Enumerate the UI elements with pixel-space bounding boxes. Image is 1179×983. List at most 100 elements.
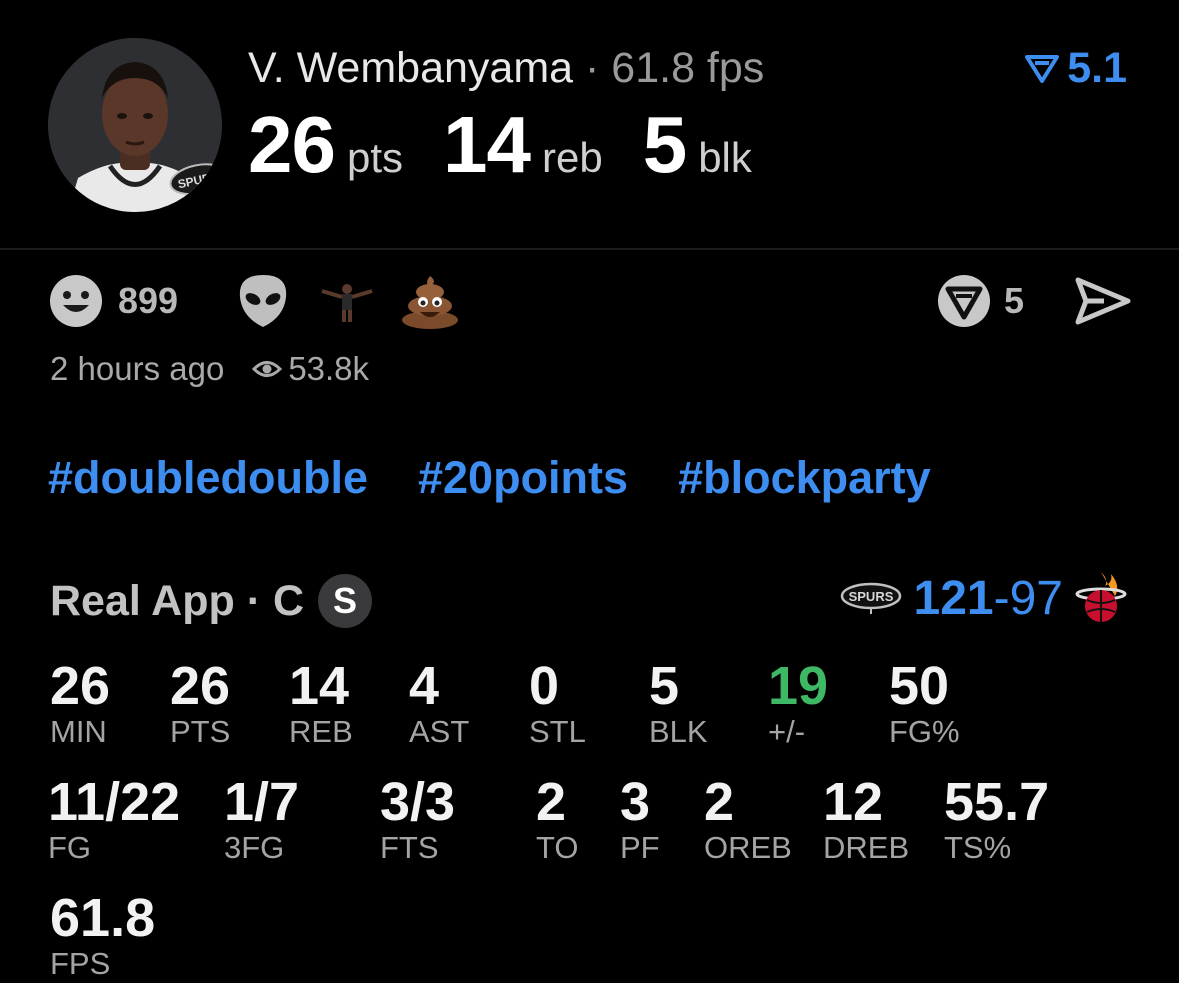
hashtag-link[interactable]: #20points <box>418 452 628 504</box>
stat-cell: 55.7 TS% <box>944 774 1049 866</box>
app-position-label: Real App · C <box>50 576 305 625</box>
alien-reaction[interactable] <box>236 272 290 330</box>
stat-label: FPS <box>50 946 111 981</box>
player-reaction[interactable] <box>318 272 376 330</box>
real-logo-icon <box>1025 55 1060 83</box>
real-badge-icon <box>938 275 990 327</box>
stat-label: FG <box>48 830 92 865</box>
stat-cell: 14 REB <box>289 658 353 750</box>
game-score[interactable]: SPURS 121-97 <box>840 570 1127 626</box>
views-count: 53.8k <box>252 350 369 388</box>
score-dash: - <box>993 571 1010 625</box>
stat-label: FG% <box>889 714 960 749</box>
stat-label: AST <box>409 714 470 749</box>
headline-stat-unit: reb <box>542 134 603 181</box>
stat-value: 61.8 <box>50 888 156 948</box>
stat-value: 26 <box>170 656 231 716</box>
share-button[interactable] <box>1074 272 1132 330</box>
smiley-icon <box>50 275 102 327</box>
stat-cell: 26 PTS <box>170 658 230 750</box>
views-value: 53.8k <box>288 350 370 387</box>
stat-cell: 0 STL <box>529 658 586 750</box>
stat-label: STL <box>529 714 586 749</box>
stat-cell: 11/22 FG <box>48 774 180 866</box>
stat-value: 3/3 <box>380 772 456 832</box>
rating-value: 5.1 <box>1067 44 1127 92</box>
game-header: Real App · C S <box>50 574 373 628</box>
player-emoji-icon <box>321 284 373 322</box>
headline-stat-unit: pts <box>346 134 404 181</box>
headline-stats: 26 pts 14 reb 5 blk <box>248 100 792 190</box>
stat-cell: 2 TO <box>536 774 579 866</box>
player-photo-icon: SPURS <box>48 38 222 212</box>
heat-logo-icon <box>1075 572 1127 622</box>
stat-cell: 4 AST <box>409 658 469 750</box>
stat-label: OREB <box>704 830 792 865</box>
post-meta: 2 hours ago 53.8k <box>50 350 369 388</box>
poop-icon <box>402 276 458 329</box>
alien-icon <box>239 275 287 327</box>
away-score: 97 <box>1009 571 1063 625</box>
stat-cell: 12 DREB <box>823 774 909 866</box>
stat-value: 5 <box>649 656 680 716</box>
header-divider <box>0 248 1179 250</box>
stat-label: FTS <box>380 830 439 865</box>
headline-stat-unit: blk <box>698 134 752 181</box>
player-avatar[interactable]: SPURS <box>48 38 222 212</box>
stat-value: 2 <box>704 772 735 832</box>
timestamp: 2 hours ago <box>50 350 225 387</box>
stat-value: 0 <box>529 656 560 716</box>
stat-cell: 1/7 3FG <box>224 774 299 866</box>
player-name-line: V. Wembanyama · 61.8 fps <box>248 44 764 92</box>
reaction-summary[interactable]: 899 <box>48 272 178 330</box>
headline-stat-value: 26 <box>248 100 336 189</box>
real-give-count: 5 <box>1004 280 1025 321</box>
stat-value: 3 <box>620 772 651 832</box>
stat-label: MIN <box>50 714 107 749</box>
stat-cell: 19 +/- <box>768 658 828 750</box>
home-score: 121 <box>913 571 994 625</box>
stat-value: 11/22 <box>48 772 181 832</box>
stat-label: PTS <box>170 714 231 749</box>
plus-minus-value: 19 <box>768 656 829 716</box>
stat-cell: 5 BLK <box>649 658 708 750</box>
send-icon <box>1075 277 1131 325</box>
reaction-count: 899 <box>118 280 179 321</box>
stat-value: 4 <box>409 656 440 716</box>
stat-value: 1/7 <box>224 772 300 832</box>
name-separator: · <box>585 44 600 92</box>
spurs-logo-icon: SPURS <box>840 582 901 614</box>
stat-value: 55.7 <box>944 772 1050 832</box>
stat-value: 50 <box>889 656 950 716</box>
stat-value: 2 <box>536 772 567 832</box>
stat-label: PF <box>620 830 660 865</box>
svg-text:SPURS: SPURS <box>848 589 893 604</box>
poop-reaction[interactable] <box>400 272 460 330</box>
stat-value: 26 <box>50 656 111 716</box>
stat-label: 3FG <box>224 830 285 865</box>
stat-cell: 26 MIN <box>50 658 110 750</box>
stat-label: BLK <box>649 714 708 749</box>
stat-label: +/- <box>768 714 806 749</box>
headline-stat-value: 5 <box>642 100 687 189</box>
hashtag-link[interactable]: #blockparty <box>678 452 931 504</box>
hashtag-link[interactable]: #doubledouble <box>48 452 368 504</box>
stat-value: 12 <box>823 772 884 832</box>
stat-cell: 2 OREB <box>704 774 792 866</box>
stat-cell: 61.8 FPS <box>50 890 155 982</box>
fps-value: 61.8 fps <box>611 44 765 92</box>
player-name[interactable]: V. Wembanyama <box>248 44 573 92</box>
rating-indicator[interactable]: 5.1 <box>1025 44 1127 92</box>
stat-cell: 3 PF <box>620 774 660 866</box>
stat-label: TO <box>536 830 579 865</box>
starter-badge: S <box>318 574 373 628</box>
eye-icon <box>252 361 283 377</box>
headline-stat-value: 14 <box>443 100 531 189</box>
stat-label: REB <box>289 714 353 749</box>
stat-value: 14 <box>289 656 350 716</box>
stat-cell: 50 FG% <box>889 658 960 750</box>
real-give-button[interactable]: 5 <box>936 272 1024 330</box>
stat-label: TS% <box>944 830 1012 865</box>
hashtag-list: #doubledouble #20points #blockparty <box>48 452 931 504</box>
stat-label: DREB <box>823 830 910 865</box>
